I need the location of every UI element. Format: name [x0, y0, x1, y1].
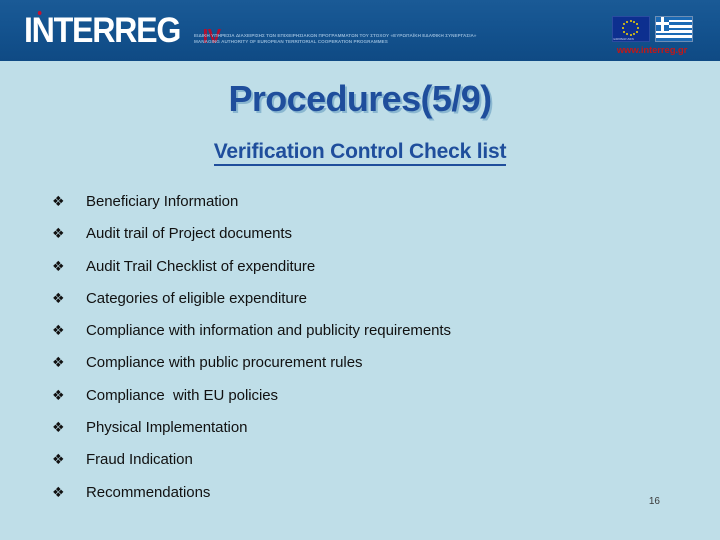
- list-item: ❖ Categories of eligible expenditure: [52, 290, 692, 322]
- eu-star-icon: [625, 20, 628, 23]
- eu-flag-icon: EUROPEAN UNION: [611, 16, 650, 42]
- flags-and-website: EUROPEAN UNION www.interreg.gr: [602, 16, 702, 56]
- list-item: ❖ Fraud Indication: [52, 451, 692, 483]
- eu-star-icon: [622, 27, 625, 29]
- diamond-bullet-icon: ❖: [52, 323, 65, 340]
- eu-flag-caption: EUROPEAN UNION: [613, 37, 634, 41]
- diamond-bullet-icon: ❖: [52, 452, 65, 469]
- slide-subtitle: Verification Control Check list: [0, 139, 720, 166]
- eu-star-icon: [629, 19, 632, 22]
- list-item-label: Compliance with public procurement rules: [86, 354, 363, 372]
- diamond-bullet-icon: ❖: [52, 355, 65, 372]
- list-item-label: Compliance with EU policies: [86, 386, 279, 404]
- list-item-label: Recommendations: [86, 483, 211, 501]
- list-item-label: Audit trail of Project documents: [86, 225, 292, 243]
- eu-star-icon: [635, 23, 638, 26]
- list-item-label: Beneficiary Information: [86, 193, 239, 210]
- list-item-label: Physical Implementation: [86, 419, 248, 437]
- list-item: ❖ Recommendations: [52, 484, 692, 516]
- checklist: ❖ Beneficiary Information ❖ Audit trail …: [52, 193, 692, 516]
- diamond-bullet-icon: ❖: [52, 258, 65, 275]
- eu-star-icon: [629, 34, 632, 37]
- managing-authority-text: ΕΙΔΙΚΗ ΥΠΗΡΕΣΙΑ ΔΙΑΧΕΙΡΙΣΗΣ ΤΩΝ ΕΠΙΧΕΙΡΗ…: [194, 33, 494, 45]
- list-item: ❖ Compliance with public procurement rul…: [52, 354, 692, 386]
- list-item: ❖ Compliance with EU policies: [52, 387, 692, 419]
- list-item-label: Audit Trail Checklist of expenditure: [86, 257, 316, 275]
- eu-star-icon: [623, 23, 626, 26]
- managing-authority-english: MANAGING AUTHORITY OF EUROPEAN TERRITORI…: [194, 39, 388, 45]
- greece-flag-icon: [654, 16, 693, 42]
- list-item: ❖ Compliance with information and public…: [52, 322, 692, 354]
- eu-star-icon: [623, 30, 626, 33]
- interreg-accent-dot-icon: [37, 11, 42, 15]
- eu-star-icon: [636, 27, 639, 29]
- page-number: 16: [648, 496, 660, 507]
- interreg-wordmark: INTERREG: [24, 11, 181, 50]
- diamond-bullet-icon: ❖: [52, 194, 65, 210]
- header-band: INTERREG IV ΕΙΔΙΚΗ ΥΠΗΡΕΣΙΑ ΔΙΑΧΕΙΡΙΣΗΣ …: [0, 0, 720, 61]
- eu-star-icon: [633, 33, 636, 36]
- list-item: ❖ Beneficiary Information: [52, 193, 692, 225]
- eu-star-icon: [635, 30, 638, 33]
- diamond-bullet-icon: ❖: [52, 420, 65, 437]
- list-item: ❖ Audit Trail Checklist of expenditure: [52, 258, 692, 290]
- diamond-bullet-icon: ❖: [52, 387, 65, 404]
- slide-subtitle-text: Verification Control Check list: [213, 140, 506, 166]
- diamond-bullet-icon: ❖: [52, 226, 65, 243]
- slide-title: Procedures(5/9): [228, 78, 492, 119]
- diamond-bullet-icon: ❖: [52, 290, 65, 307]
- interreg-wordmark-text: INTERREG: [24, 11, 181, 50]
- list-item: ❖ Audit trail of Project documents: [52, 225, 692, 257]
- list-item-label: Compliance with information and publicit…: [86, 322, 451, 340]
- diamond-bullet-icon: ❖: [52, 484, 65, 501]
- list-item: ❖ Physical Implementation: [52, 419, 692, 451]
- eu-star-icon: [625, 33, 628, 36]
- list-item-label: Fraud Indication: [86, 451, 193, 469]
- list-item-label: Categories of eligible expenditure: [86, 289, 307, 307]
- eu-star-icon: [633, 20, 636, 23]
- flags-row: EUROPEAN UNION: [602, 16, 702, 42]
- website-link[interactable]: www.interreg.gr: [602, 45, 702, 56]
- interreg-logo: INTERREG IV: [24, 11, 221, 50]
